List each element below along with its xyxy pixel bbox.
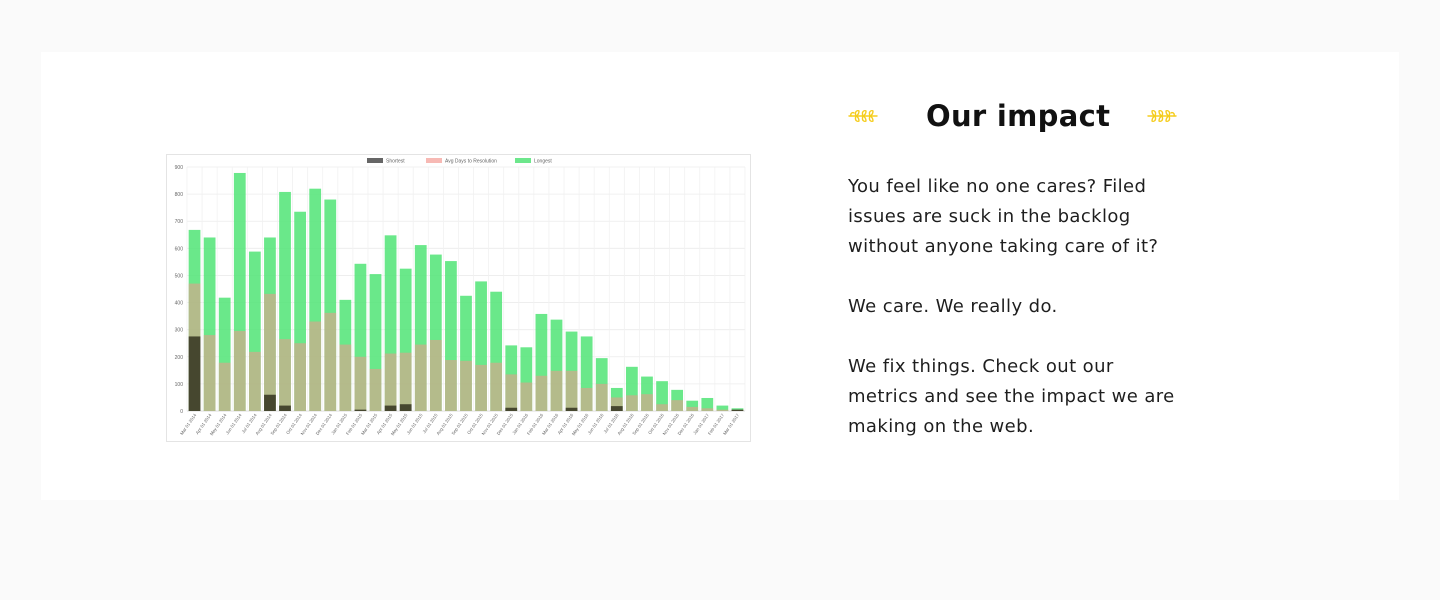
laurel-left-icon [848,109,878,123]
bar-shortest [188,336,201,411]
bar-shortest [399,404,412,411]
y-tick-label: 600 [175,246,184,252]
impact-title: Our impact [926,99,1111,133]
metrics-chart: Shortest Avg Days to Resolution Longest 0 1… [166,154,751,442]
bar-avg-days-to-resolution [414,344,427,411]
bar-avg-days-to-resolution [309,321,322,411]
bar-shortest [279,405,291,411]
bar-avg-days-to-resolution [490,362,503,411]
bar-avg-days-to-resolution [354,356,367,411]
impact-title-row: Our impact [848,92,1178,140]
bar-avg-days-to-resolution [671,400,684,411]
bar-avg-days-to-resolution [626,395,638,411]
y-tick-label: 800 [175,192,184,198]
bar-avg-days-to-resolution [460,360,472,411]
bar-avg-days-to-resolution [279,339,291,411]
bar-avg-days-to-resolution [535,375,548,411]
bar-avg-days-to-resolution [565,370,578,411]
bar-avg-days-to-resolution [520,382,533,411]
bar-avg-days-to-resolution [384,353,397,411]
bar-avg-days-to-resolution [595,383,608,411]
bar-shortest [354,409,367,411]
legend-label: Shortest [386,159,405,165]
chart-legend: Shortest Avg Days to Resolution Longest [367,158,552,165]
bar-shortest [505,407,518,411]
legend-swatch [367,158,383,163]
bar-avg-days-to-resolution [550,370,563,411]
chart-bars [188,172,744,411]
metrics-chart-svg: Shortest Avg Days to Resolution Longest 0 1… [175,158,746,436]
bar-avg-days-to-resolution [701,408,714,411]
laurel-right-icon [1147,109,1177,123]
bar-avg-days-to-resolution [445,360,457,411]
impact-paragraph-1: You feel like no one cares? Filed issues… [848,176,1159,257]
bar-avg-days-to-resolution [203,335,216,411]
bar-shortest [731,409,744,411]
legend-label: Longest [534,159,552,165]
chart-x-ticks: Mar 01 2014Apr 01 2014May 01 2014Jun 01 … [179,412,740,436]
bar-avg-days-to-resolution [399,352,412,411]
bar-avg-days-to-resolution [641,394,653,411]
bar-shortest [610,406,623,411]
y-tick-label: 400 [175,301,184,307]
bar-avg-days-to-resolution [716,409,729,411]
bar-avg-days-to-resolution [505,374,518,411]
bar-avg-days-to-resolution [580,387,593,411]
impact-card: Shortest Avg Days to Resolution Longest 0 1… [41,52,1399,500]
y-tick-label: 300 [175,328,184,334]
y-tick-label: 200 [175,355,184,361]
y-tick-label: 100 [175,382,184,388]
bar-avg-days-to-resolution [294,343,306,411]
bar-shortest [565,407,578,411]
bar-avg-days-to-resolution [475,364,487,411]
impact-paragraph-2: We care. We really do. [848,296,1058,317]
impact-paragraph-3: We fix things. Check out our metrics and… [848,356,1175,437]
y-tick-label: 0 [180,409,183,415]
bar-avg-days-to-resolution [429,339,442,411]
bar-avg-days-to-resolution [218,362,231,411]
impact-section: Our impact You feel like no one cares? F… [848,92,1178,442]
legend-swatch [426,158,442,163]
bar-avg-days-to-resolution [264,293,276,411]
bar-shortest [384,405,397,411]
bar-avg-days-to-resolution [339,344,352,411]
bar-avg-days-to-resolution [369,368,382,411]
bar-avg-days-to-resolution [656,404,668,411]
bar-shortest [264,394,276,411]
y-tick-label: 900 [175,165,184,171]
legend-label: Avg Days to Resolution [445,159,497,165]
bar-avg-days-to-resolution [248,351,261,411]
bar-avg-days-to-resolution [233,331,246,411]
y-tick-label: 700 [175,219,184,225]
bar-avg-days-to-resolution [686,406,699,411]
y-tick-label: 500 [175,273,184,279]
chart-y-ticks: 0 100 200 300 400 500 600 700 800 900 [175,165,184,415]
bar-avg-days-to-resolution [324,312,337,411]
legend-swatch [515,158,531,163]
